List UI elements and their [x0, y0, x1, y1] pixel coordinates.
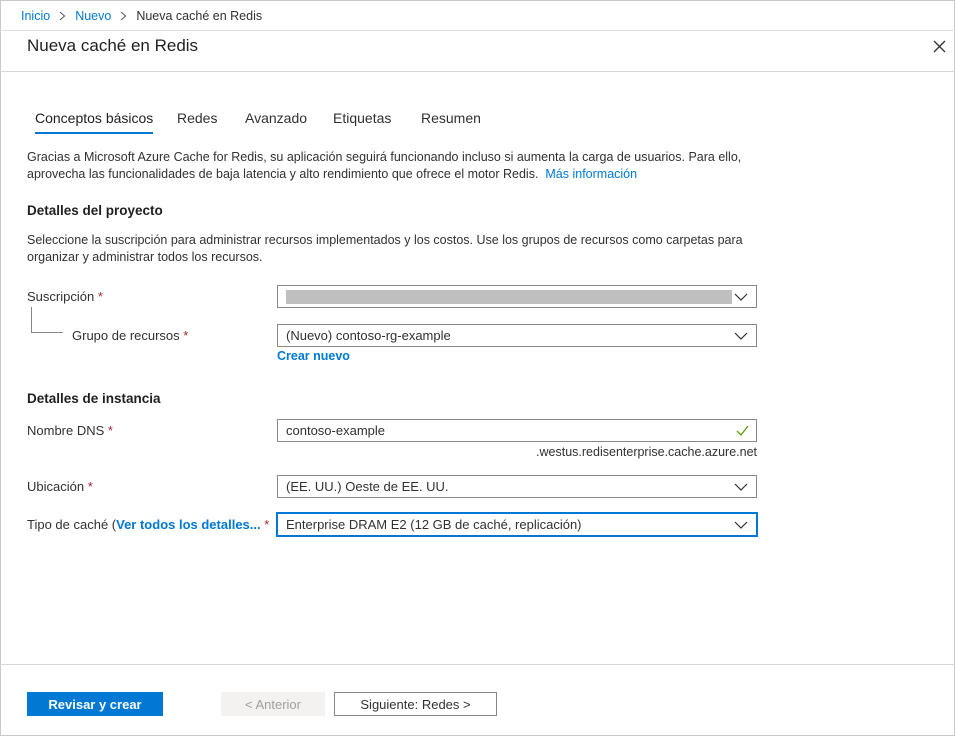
intro-text: Gracias a Microsoft Azure Cache for Redi… — [27, 149, 747, 182]
breadcrumb-new-link[interactable]: Nuevo — [75, 9, 111, 23]
redacted-subscription-value — [286, 289, 732, 304]
resource-group-select[interactable]: (Nuevo) contoso-rg-example — [277, 324, 757, 347]
breadcrumb-home-link[interactable]: Inicio — [21, 9, 50, 23]
required-marker: * — [264, 517, 270, 532]
close-icon[interactable] — [930, 37, 948, 55]
required-marker: * — [107, 423, 113, 438]
checkmark-icon — [736, 424, 749, 440]
resource-group-label: Grupo de recursos * — [72, 328, 188, 343]
dns-name-label: Nombre DNS * — [27, 423, 113, 438]
location-label: Ubicación * — [27, 479, 93, 494]
review-create-button[interactable]: Revisar y crear — [27, 692, 163, 716]
location-select[interactable]: (EE. UU.) Oeste de EE. UU. — [277, 475, 757, 498]
tab-review[interactable]: Resumen — [421, 110, 481, 136]
dns-name-value: contoso-example — [286, 423, 385, 438]
blade-header: Nueva caché en Redis — [0, 30, 955, 72]
chevron-right-icon — [59, 11, 66, 21]
see-all-details-link[interactable]: Ver todos los detalles... — [116, 517, 261, 532]
chevron-right-icon — [120, 11, 127, 21]
chevron-down-icon — [734, 480, 748, 497]
create-new-link[interactable]: Crear nuevo — [277, 349, 350, 363]
required-marker: * — [87, 479, 93, 494]
tab-tags[interactable]: Etiquetas — [333, 110, 391, 136]
project-details-description: Seleccione la suscripción para administr… — [27, 233, 743, 264]
instance-details-title: Detalles de instancia — [27, 391, 161, 406]
tab-advanced[interactable]: Avanzado — [245, 110, 307, 136]
resource-group-value: (Nuevo) contoso-rg-example — [286, 328, 451, 343]
breadcrumb: Inicio Nuevo Nueva caché en Redis — [21, 8, 262, 24]
page-title: Nueva caché en Redis — [27, 36, 199, 55]
breadcrumb-current: Nueva caché en Redis — [136, 9, 263, 23]
subscription-select[interactable] — [277, 285, 757, 308]
project-details-title: Detalles del proyecto — [27, 203, 163, 218]
tab-basics[interactable]: Conceptos básicos — [35, 110, 154, 136]
subscription-label-text: Suscripción — [27, 289, 95, 304]
location-value: (EE. UU.) Oeste de EE. UU. — [286, 479, 449, 494]
cache-type-label: Tipo de caché (Ver todos los detalles...… — [27, 517, 269, 532]
chevron-down-icon — [734, 329, 748, 346]
tab-networking[interactable]: Redes — [177, 110, 217, 136]
dns-name-input[interactable]: contoso-example — [277, 419, 757, 442]
tree-connector — [31, 307, 63, 333]
required-marker: * — [97, 289, 103, 304]
next-button[interactable]: Siguiente: Redes > — [334, 692, 497, 716]
resource-group-label-text: Grupo de recursos — [72, 328, 180, 343]
cache-type-select[interactable]: Enterprise DRAM E2 (12 GB de caché, repl… — [277, 513, 757, 536]
subscription-label: Suscripción * — [27, 289, 103, 304]
learn-more-link[interactable]: Más información — [545, 167, 637, 181]
dns-name-label-text: Nombre DNS — [27, 423, 105, 438]
cache-type-label-text: Tipo de caché ( — [27, 517, 117, 532]
required-marker: * — [183, 328, 189, 343]
previous-button[interactable]: < Anterior — [221, 692, 325, 716]
chevron-down-icon — [734, 290, 748, 307]
footer-divider — [0, 664, 955, 665]
cache-type-value: Enterprise DRAM E2 (12 GB de caché, repl… — [286, 517, 582, 532]
dns-suffix: .westus.redisenterprise.cache.azure.net — [536, 445, 757, 459]
location-label-text: Ubicación — [27, 479, 85, 494]
chevron-down-icon — [734, 518, 748, 535]
